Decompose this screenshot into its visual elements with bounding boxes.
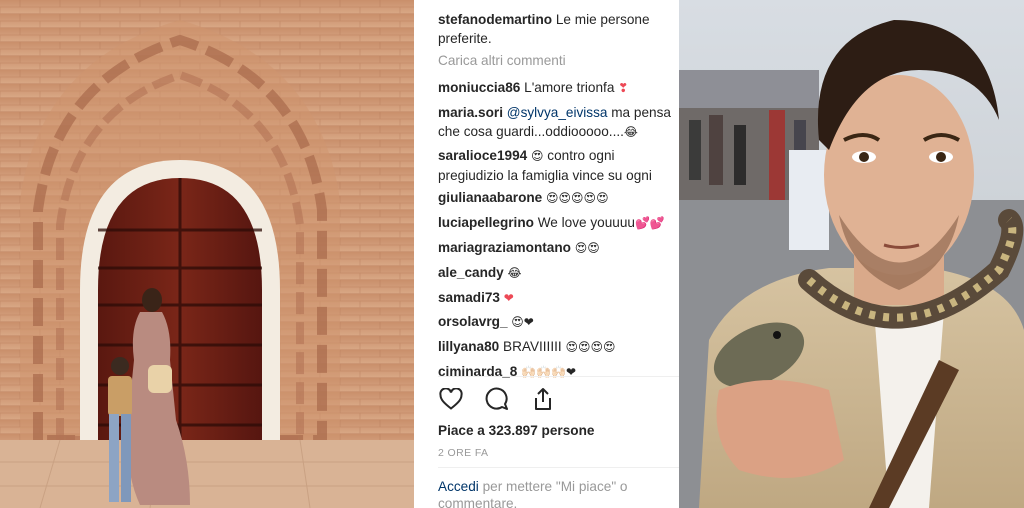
- comment: luciapellegrino We love youuuu💕💕: [438, 213, 679, 233]
- comment-emoji: 😍: [530, 148, 544, 163]
- comment-username[interactable]: moniuccia86: [438, 80, 520, 95]
- divider: [438, 467, 679, 468]
- comments-list: moniuccia86 L'amore trionfa ❣ maria.sori…: [438, 78, 679, 387]
- comment: giulianaabarone 😍😍😍😍😍: [438, 188, 679, 208]
- comment: moniuccia86 L'amore trionfa ❣: [438, 78, 679, 98]
- heart-icon[interactable]: [438, 386, 464, 412]
- comment: mariagraziamontano 😍😍: [438, 238, 679, 258]
- share-icon[interactable]: [530, 386, 556, 412]
- comment-username[interactable]: orsolavrg_: [438, 314, 508, 329]
- comment-username[interactable]: lillyana80: [438, 339, 499, 354]
- right-photo: [679, 0, 1024, 508]
- comment: saralioce1994 😍 contro ogni pregiudizio …: [438, 146, 679, 184]
- action-bar: [438, 386, 556, 412]
- comment: orsolavrg_ 😍❤: [438, 312, 679, 332]
- comment-text: L'amore trionfa: [524, 80, 615, 95]
- comment-emoji: 😂: [507, 265, 522, 280]
- comment-username[interactable]: mariagraziamontano: [438, 240, 571, 255]
- comment-username[interactable]: samadi73: [438, 290, 500, 305]
- comment-emoji: 😍😍😍😍: [565, 340, 616, 355]
- divider: [438, 376, 679, 377]
- caption-username[interactable]: stefanodemartino: [438, 12, 552, 27]
- comment: ale_candy 😂: [438, 263, 679, 283]
- comment: ciminarda_8 🙌🏻🙌🏻🙌🏻❤: [438, 362, 679, 382]
- login-prompt: Accedi per mettere "Mi piace" o commenta…: [438, 478, 668, 508]
- comment-username[interactable]: saralioce1994: [438, 148, 527, 163]
- comment-emoji: 💕💕: [634, 216, 665, 231]
- comment: samadi73 ❤: [438, 288, 679, 308]
- comment: maria.sori @sylvya_eivissa ma pensa che …: [438, 103, 679, 141]
- comment-username[interactable]: giulianaabarone: [438, 190, 542, 205]
- login-link[interactable]: Accedi: [438, 479, 479, 494]
- comment-emoji: 😍😍😍😍😍: [546, 191, 609, 206]
- comment-emoji: ❤: [503, 290, 514, 305]
- comment-mention[interactable]: @sylvya_eivissa: [507, 105, 608, 120]
- comment-emoji: 😂: [623, 124, 638, 139]
- load-more-comments[interactable]: Carica altri commenti: [438, 53, 566, 68]
- comment-emoji: 😍❤: [511, 315, 534, 330]
- comment: lillyana80 BRAVIIIIII 😍😍😍😍: [438, 337, 679, 357]
- comment-username[interactable]: ale_candy: [438, 265, 504, 280]
- comment-emoji: ❣: [618, 81, 629, 95]
- comment-username[interactable]: maria.sori: [438, 105, 503, 120]
- comment-text: We love youuuu: [537, 215, 635, 231]
- comment-emoji: 😍😍: [574, 240, 600, 255]
- post-time: 2 ORE FA: [438, 447, 489, 459]
- comment-username[interactable]: luciapellegrino: [438, 215, 534, 230]
- instagram-post-panel: stefanodemartino Le mie persone preferit…: [414, 0, 679, 508]
- caption: stefanodemartino Le mie persone preferit…: [438, 10, 674, 48]
- comment-text: BRAVIIIIII: [503, 339, 562, 355]
- left-photo: [0, 0, 414, 508]
- comment-icon[interactable]: [484, 386, 510, 412]
- likes-count[interactable]: Piace a 323.897 persone: [438, 423, 594, 438]
